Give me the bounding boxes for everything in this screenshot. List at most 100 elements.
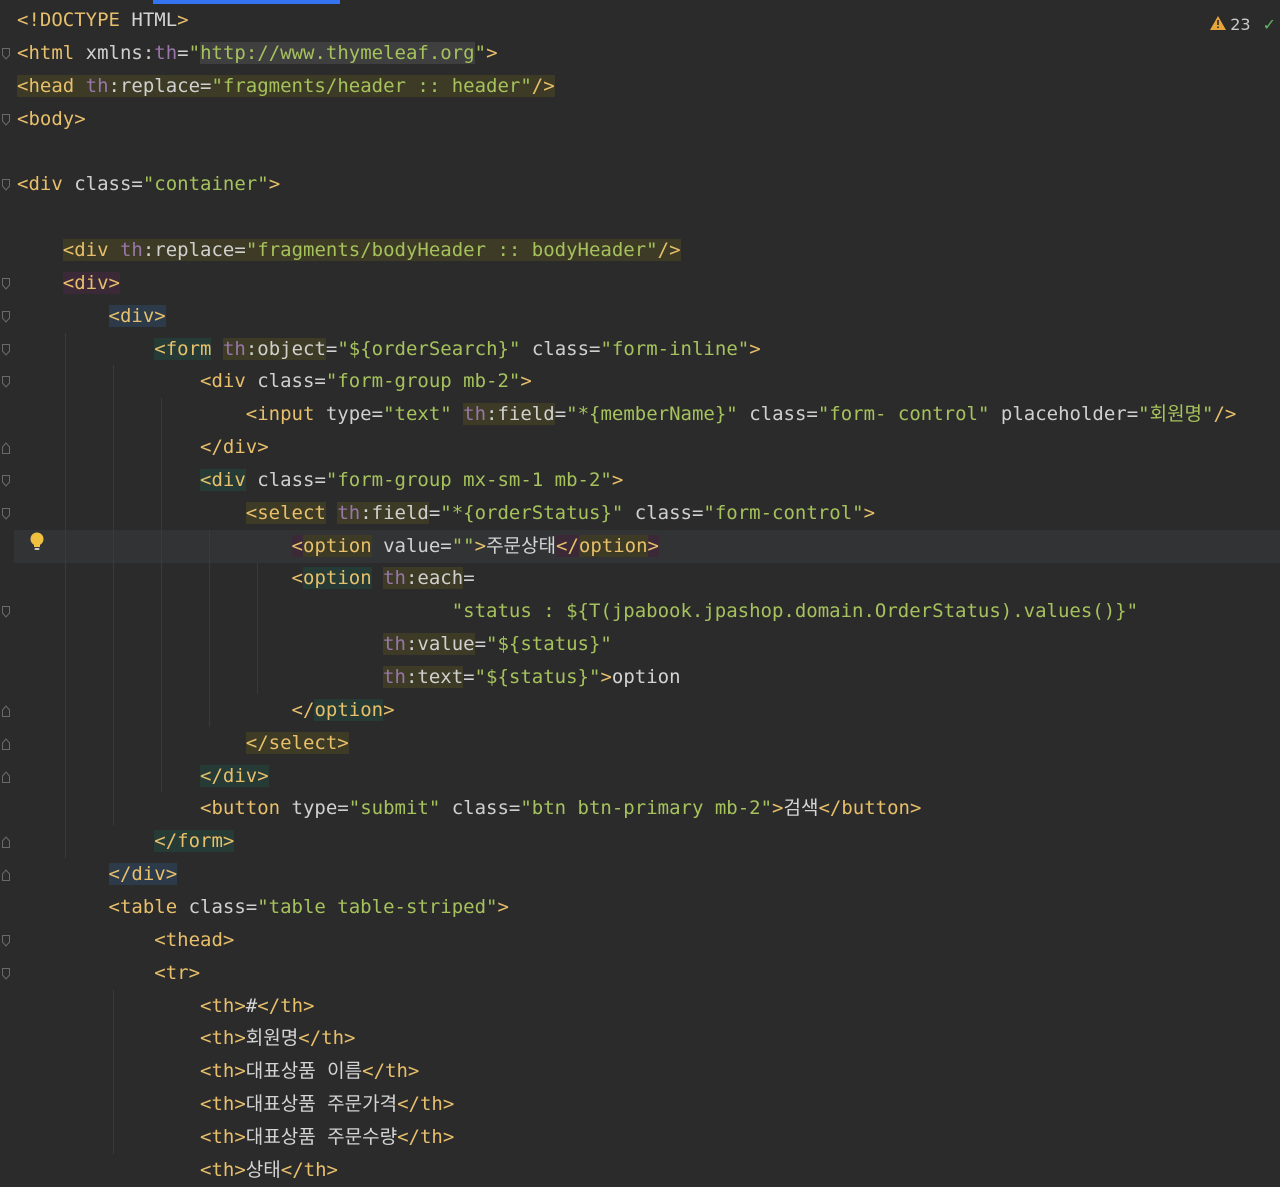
code-token: > — [600, 666, 612, 688]
fold-open-icon[interactable] — [2, 47, 10, 60]
code-line: <th>대표상품 이름</th> — [17, 1055, 419, 1088]
code-token: </form> — [154, 830, 235, 853]
code-token: </select> — [245, 731, 349, 754]
code-line: th:text="${status}">option — [17, 661, 681, 694]
code-token: = — [463, 666, 475, 688]
code-token: <button — [200, 797, 292, 820]
code-line: <table class="table table-striped"> — [17, 891, 509, 924]
fold-open-icon[interactable] — [2, 474, 10, 487]
code-token: "fragments/header :: header" — [211, 74, 532, 97]
code-token: :field — [486, 403, 555, 426]
code-token: <div — [200, 468, 246, 491]
code-token: > — [749, 337, 761, 360]
code-line: </option> — [17, 694, 395, 727]
code-token: > — [647, 534, 659, 557]
code-token: "회원명" — [1138, 403, 1214, 426]
fold-open-icon[interactable] — [2, 376, 10, 389]
code-token: > — [486, 41, 498, 64]
fold-open-icon[interactable] — [2, 277, 10, 290]
editor-gutter — [0, 0, 14, 1187]
code-token: <th> — [200, 1093, 246, 1116]
code-token: </button> — [818, 797, 922, 820]
code-token: = — [554, 403, 567, 426]
code-token: 회원명 — [245, 1027, 299, 1050]
code-token: " — [474, 41, 487, 64]
code-token: <th> — [200, 1125, 246, 1148]
code-token: 검색 — [783, 797, 819, 820]
code-token: option — [303, 567, 372, 590]
code-token: <form — [154, 337, 212, 360]
code-token: <thead> — [154, 928, 235, 951]
code-token: :object — [245, 337, 326, 360]
fold-open-icon[interactable] — [2, 179, 10, 192]
code-token: "submit" — [348, 797, 441, 820]
code-line: <thead> — [17, 924, 234, 957]
fold-close-icon[interactable] — [2, 705, 10, 717]
fold-open-icon[interactable] — [2, 967, 10, 980]
code-line: <div class="form-group mx-sm-1 mb-2"> — [17, 464, 623, 497]
fold-close-icon[interactable] — [2, 770, 10, 783]
fold-open-icon[interactable] — [2, 606, 10, 619]
code-token: :each — [405, 567, 464, 590]
code-token: class= — [531, 337, 601, 360]
code-token: :field — [360, 501, 429, 524]
code-token: = — [325, 337, 338, 360]
inspection-widget[interactable]: 23 ✓ — [1210, 10, 1276, 38]
code-token: type= — [325, 403, 384, 426]
checkmark-icon: ✓ — [1262, 14, 1276, 34]
fold-close-icon[interactable] — [2, 836, 10, 849]
fold-close-icon[interactable] — [2, 869, 10, 882]
code-token: placeholder= — [1000, 403, 1139, 426]
code-token: class= — [257, 468, 326, 491]
indent-guide — [161, 398, 162, 793]
fold-close-icon[interactable] — [2, 442, 10, 455]
code-token: th — [383, 633, 406, 656]
code-line: <head th:replace="fragments/header :: he… — [17, 70, 555, 103]
code-token: option — [314, 698, 384, 721]
code-token: "" — [451, 534, 475, 557]
code-token: # — [245, 994, 258, 1017]
code-token: <div> — [108, 304, 166, 327]
fold-open-icon[interactable] — [2, 934, 10, 947]
code-line: <button type="submit" class="btn btn-pri… — [17, 792, 921, 825]
fold-open-icon[interactable] — [2, 507, 10, 520]
code-token: th — [383, 567, 406, 590]
code-token: th — [85, 74, 109, 97]
code-line: </div> — [17, 760, 269, 793]
code-line: </div> — [17, 431, 269, 464]
code-token: = — [463, 567, 475, 590]
code-token: > — [383, 698, 395, 721]
fold-open-icon[interactable] — [2, 310, 10, 323]
code-token: class= — [257, 370, 326, 393]
code-token: th — [154, 41, 178, 64]
code-token: <body> — [17, 107, 86, 130]
code-token: </ — [556, 534, 579, 557]
warning-icon — [1210, 15, 1227, 34]
code-token: "text" — [383, 403, 452, 426]
code-line: th:value="${status}" — [17, 628, 612, 661]
fold-open-icon[interactable] — [2, 113, 10, 126]
code-token: <div — [17, 173, 75, 196]
code-line: <th>회원명</th> — [17, 1022, 355, 1055]
intention-bulb-icon[interactable] — [28, 530, 46, 554]
code-token: "table table-striped" — [257, 895, 498, 918]
fold-close-icon[interactable] — [2, 737, 10, 750]
code-line: <div class="container"> — [17, 168, 280, 201]
code-token: > — [772, 797, 784, 820]
code-token: class= — [634, 501, 704, 524]
code-token: :replace= — [142, 238, 246, 261]
fold-open-icon[interactable] — [2, 343, 10, 356]
code-token: <div> — [62, 271, 120, 294]
code-token: </th> — [362, 1060, 420, 1083]
code-token: "${orderSearch}" — [337, 337, 521, 360]
